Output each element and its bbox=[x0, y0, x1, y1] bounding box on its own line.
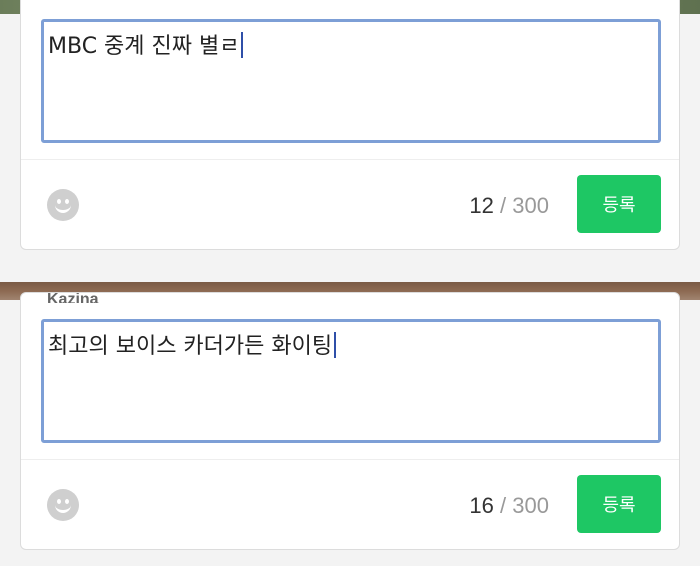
counter-slash: / bbox=[500, 193, 507, 218]
char-max: 300 bbox=[512, 493, 549, 518]
text-caret bbox=[241, 32, 244, 58]
character-counter: 12 / 300 bbox=[469, 193, 549, 219]
char-max: 300 bbox=[512, 193, 549, 218]
comment-input-text: 최고의 보이스 카더가든 화이팅 bbox=[48, 334, 333, 359]
smiley-face-icon[interactable] bbox=[47, 489, 79, 521]
comment-compose-panel: Kazina 최고의 보이스 카더가든 화이팅 16 / 300 등록 bbox=[20, 292, 680, 550]
smiley-face-icon[interactable] bbox=[47, 189, 79, 221]
divider bbox=[21, 459, 679, 460]
submit-button[interactable]: 등록 bbox=[577, 175, 661, 233]
username: Kazina bbox=[47, 293, 99, 303]
divider bbox=[21, 159, 679, 160]
comment-compose-panel: MBC 중계 진짜 별ㄹ 12 / 300 등록 bbox=[20, 0, 680, 250]
comment-input[interactable]: MBC 중계 진짜 별ㄹ bbox=[41, 19, 661, 143]
comment-input[interactable]: 최고의 보이스 카더가든 화이팅 bbox=[41, 319, 661, 443]
character-counter: 16 / 300 bbox=[469, 493, 549, 519]
submit-button[interactable]: 등록 bbox=[577, 475, 661, 533]
comment-input-text: MBC 중계 진짜 별ㄹ bbox=[48, 34, 240, 59]
char-count: 16 bbox=[469, 493, 494, 518]
counter-slash: / bbox=[500, 493, 507, 518]
screenshot: MBC 중계 진짜 별ㄹ 12 / 300 등록 Kazina 최고의 보이스 … bbox=[0, 0, 700, 566]
char-count: 12 bbox=[469, 193, 494, 218]
text-caret bbox=[334, 332, 337, 358]
